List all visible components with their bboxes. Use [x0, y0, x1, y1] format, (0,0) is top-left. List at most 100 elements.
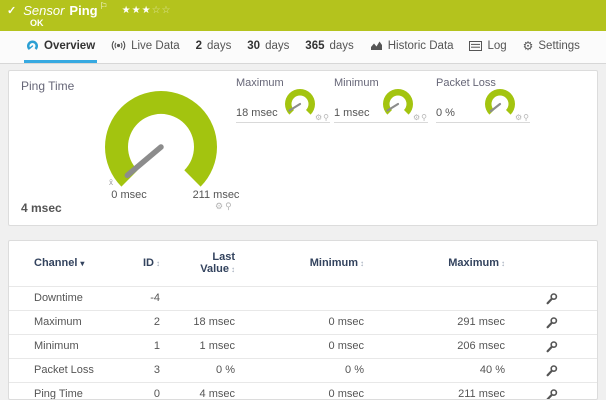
- tab-2-days-number: 2: [196, 40, 202, 52]
- column-header-minimum[interactable]: Minimum↕: [235, 241, 364, 286]
- sort-caret-icon[interactable]: ▾: [80, 259, 84, 268]
- cell-actions[interactable]: [505, 382, 597, 400]
- priority-stars[interactable]: ★★★☆☆: [122, 5, 172, 16]
- cell-last-value: 18 msec: [160, 310, 235, 334]
- tab-30-days-number: 30: [247, 40, 260, 52]
- gauge-scale-min: 0 msec: [99, 189, 159, 201]
- sort-icon[interactable]: ↕: [360, 259, 364, 268]
- tab-30-days[interactable]: 30 days: [245, 31, 291, 63]
- cell-last-value: 0 %: [160, 358, 235, 382]
- sensor-title: Ping: [69, 3, 97, 18]
- cell-minimum: 0 msec: [235, 334, 364, 358]
- cell-last-value: 4 msec: [160, 382, 235, 400]
- table-row-minimum[interactable]: Minimum 1 1 msec 0 msec 206 msec: [9, 334, 597, 358]
- tab-log[interactable]: Log: [467, 31, 508, 63]
- table-row-ping-time[interactable]: Ping Time 0 4 msec 0 msec 211 msec: [9, 382, 597, 400]
- cell-actions[interactable]: [505, 286, 597, 310]
- cell-last-value: [160, 286, 235, 310]
- sort-icon[interactable]: ↕: [231, 265, 235, 274]
- mini-gauge-action-icons[interactable]: ⚙⚲: [413, 113, 428, 122]
- column-header-last-value[interactable]: LastValue↕: [160, 241, 235, 286]
- tab-2-days-unit: days: [207, 40, 231, 52]
- gauge-panel: Ping Time x̄ 0 msec 211 msec ⚙⚲ 4 msec M…: [8, 70, 598, 226]
- cell-maximum: 206 msec: [364, 334, 505, 358]
- pin-icon[interactable]: ⚲: [225, 201, 234, 211]
- sensor-type-label: Sensor: [23, 3, 64, 18]
- tab-live-data[interactable]: Live Data: [109, 31, 182, 63]
- table-row-packet-loss[interactable]: Packet Loss 3 0 % 0 % 40 %: [9, 358, 597, 382]
- cell-channel: Minimum: [9, 334, 124, 358]
- gauge-scale-max: 211 msec: [181, 189, 251, 201]
- cell-minimum: 0 msec: [235, 310, 364, 334]
- column-header-id[interactable]: ID↕: [124, 241, 160, 286]
- stars-empty[interactable]: ☆☆: [152, 5, 172, 16]
- stars-filled[interactable]: ★★★: [122, 5, 152, 16]
- cell-channel: Maximum: [9, 310, 124, 334]
- mini-gauge-action-icons[interactable]: ⚙⚲: [315, 113, 330, 122]
- pin-icon[interactable]: ⚲: [421, 113, 428, 122]
- ping-time-value: 4 msec: [21, 201, 62, 215]
- table-row-downtime[interactable]: Downtime -4: [9, 286, 597, 310]
- tab-log-label: Log: [487, 40, 506, 52]
- sensor-header: ✓ Sensor Ping ⚐ ★★★☆☆ OK: [0, 0, 606, 31]
- cell-maximum: 211 msec: [364, 382, 505, 400]
- channel-settings-wrench-icon[interactable]: [545, 316, 558, 329]
- tab-historic-data[interactable]: Historic Data: [368, 31, 456, 63]
- prtg-sensor-page: ✓ Sensor Ping ⚐ ★★★☆☆ OK Overview Live: [0, 0, 606, 400]
- cell-channel: Downtime: [9, 286, 124, 310]
- cell-last-value: 1 msec: [160, 334, 235, 358]
- mini-gauge-value: 18 msec: [236, 107, 278, 119]
- cell-maximum: 40 %: [364, 358, 505, 382]
- channel-settings-wrench-icon[interactable]: [545, 364, 558, 377]
- channel-settings-wrench-icon[interactable]: [545, 388, 558, 400]
- log-list-icon: [469, 41, 482, 51]
- tab-settings[interactable]: ⚙ Settings: [521, 31, 582, 63]
- gauge-action-icons[interactable]: ⚙⚲: [215, 201, 234, 212]
- tab-365-days-number: 365: [305, 40, 324, 52]
- pin-icon[interactable]: ⚲: [523, 113, 530, 122]
- column-header-channel[interactable]: Channel▾: [9, 241, 124, 286]
- cell-channel: Ping Time: [9, 382, 124, 400]
- cell-minimum: [235, 286, 364, 310]
- tab-365-days-unit: days: [329, 40, 353, 52]
- pin-icon[interactable]: ⚲: [323, 113, 330, 122]
- gear-icon: ⚙: [523, 39, 534, 53]
- gear-icon[interactable]: ⚙: [515, 113, 523, 122]
- mini-gauge-maximum: Maximum 18 msec ⚙⚲: [236, 77, 330, 123]
- cell-actions[interactable]: [505, 358, 597, 382]
- tab-historic-data-label: Historic Data: [388, 40, 454, 52]
- priority-flag-icon: ⚐: [100, 1, 108, 12]
- gear-icon[interactable]: ⚙: [413, 113, 421, 122]
- sort-icon[interactable]: ↕: [156, 259, 160, 268]
- cell-id: 0: [124, 382, 160, 400]
- status-badge: OK: [30, 18, 44, 28]
- gear-icon[interactable]: ⚙: [215, 201, 225, 211]
- column-header-maximum[interactable]: Maximum↕: [364, 241, 505, 286]
- tab-overview[interactable]: Overview: [24, 31, 97, 63]
- cell-actions[interactable]: [505, 334, 597, 358]
- column-header-actions: [505, 241, 597, 286]
- mini-gauge-action-icons[interactable]: ⚙⚲: [515, 113, 530, 122]
- table-row-maximum[interactable]: Maximum 2 18 msec 0 msec 291 msec: [9, 310, 597, 334]
- cell-minimum: 0 %: [235, 358, 364, 382]
- mini-gauge-minimum: Minimum 1 msec ⚙⚲: [334, 77, 428, 123]
- cell-maximum: 291 msec: [364, 310, 505, 334]
- cell-actions[interactable]: [505, 310, 597, 334]
- mini-gauge-value: 0 %: [436, 107, 455, 119]
- tab-overview-label: Overview: [44, 40, 95, 52]
- gear-icon[interactable]: ⚙: [315, 113, 323, 122]
- tab-2-days[interactable]: 2 days: [194, 31, 234, 63]
- cell-minimum: 0 msec: [235, 382, 364, 400]
- cell-maximum: [364, 286, 505, 310]
- sort-icon[interactable]: ↕: [501, 259, 505, 268]
- channel-settings-wrench-icon[interactable]: [545, 292, 558, 305]
- channel-settings-wrench-icon[interactable]: [545, 340, 558, 353]
- gauge-icon: [26, 40, 39, 52]
- tab-live-data-label: Live Data: [131, 40, 180, 52]
- live-signal-icon: [111, 40, 126, 51]
- tab-settings-label: Settings: [538, 40, 580, 52]
- cell-id: 1: [124, 334, 160, 358]
- gauge-panel-title: Ping Time: [21, 79, 74, 93]
- tab-365-days[interactable]: 365 days: [303, 31, 355, 63]
- gauge-needle: [127, 147, 161, 175]
